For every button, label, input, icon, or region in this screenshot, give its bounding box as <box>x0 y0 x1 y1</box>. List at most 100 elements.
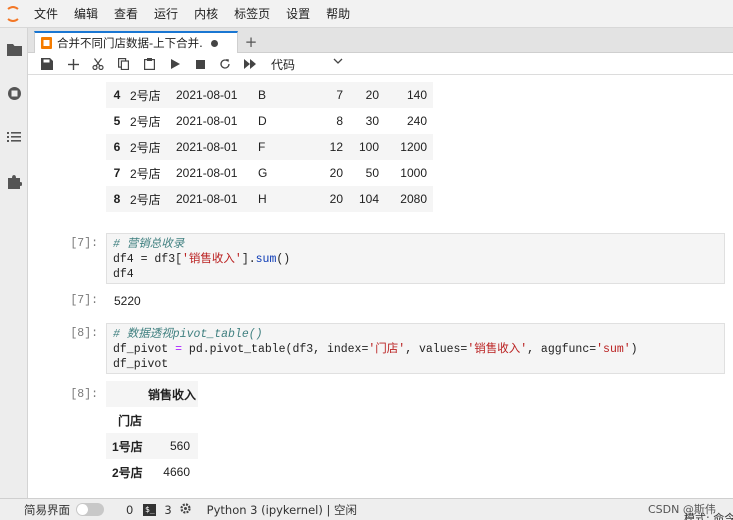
table-cell-date: 2021-08-01 <box>172 134 256 160</box>
folder-icon[interactable] <box>5 40 23 58</box>
table-row: 4 2号店 2021-08-01 B 7 20 140 <box>106 82 433 108</box>
code-string: '门店' <box>368 343 406 356</box>
cut-scissors-icon[interactable] <box>89 55 107 73</box>
status-bar: 简易界面 0 $_ 3 Python 3 (ipykernel) | 空闲 CS… <box>0 498 733 520</box>
unsaved-dot-icon[interactable] <box>211 39 218 47</box>
table-cell-price: 20 <box>301 186 345 212</box>
code-string: '销售收入' <box>182 253 242 266</box>
menu-view[interactable]: 查看 <box>106 0 146 28</box>
menu-settings[interactable]: 设置 <box>278 0 318 28</box>
new-tab-plus-icon[interactable]: + <box>242 33 260 51</box>
paste-icon[interactable] <box>140 55 158 73</box>
table-row: 6 2号店 2021-08-01 F 12 100 1200 <box>106 134 433 160</box>
menu-run[interactable]: 运行 <box>146 0 186 28</box>
simple-mode-toggle[interactable] <box>76 503 104 516</box>
table-cell-store: 2号店 <box>130 166 161 181</box>
table-row: 1号店 560 <box>106 433 198 459</box>
gear-icon[interactable] <box>180 502 191 517</box>
copy-icon[interactable] <box>114 55 132 73</box>
code-string: 'sum' <box>596 343 631 356</box>
pivot-row-value: 4660 <box>148 459 198 485</box>
table-cell-store: 2号店 <box>130 114 161 129</box>
code-text: df_pivot <box>113 358 169 371</box>
output-prompt: [7]: <box>70 294 98 307</box>
table-cell-date: 2021-08-01 <box>172 82 256 108</box>
code-text: , values= <box>405 343 468 356</box>
code-comment: # 数据透视pivot_table() <box>113 328 263 341</box>
table-cell-qty: 20 <box>345 82 381 108</box>
restart-run-all-icon[interactable] <box>241 55 259 73</box>
stop-square-icon[interactable] <box>191 55 209 73</box>
table-cell-revenue: 1000 <box>400 166 427 180</box>
mode-indicator[interactable]: 模式: 命令 <box>684 510 733 520</box>
output-value: 5220 <box>114 294 141 308</box>
cell-type-label: 代码 <box>271 57 296 72</box>
jupyter-logo-icon <box>0 0 26 28</box>
table-cell-index: 8 <box>106 186 128 212</box>
notebook-panel[interactable]: 4 2号店 2021-08-01 B 7 20 140 5 2号店 2021-08-01 D 8 30 2… <box>28 75 733 498</box>
chevron-down-icon <box>333 56 343 67</box>
cell-type-select[interactable]: 代码 <box>271 55 343 73</box>
code-string: '销售收入' <box>467 343 528 356</box>
table-cell-price: 12 <box>301 134 345 160</box>
table-row: 8 2号店 2021-08-01 H 20 104 2080 <box>106 186 433 212</box>
input-prompt: [8]: <box>70 327 98 340</box>
run-play-icon[interactable] <box>166 55 184 73</box>
table-of-contents-icon[interactable] <box>5 128 23 146</box>
table-cell-product: H <box>256 186 301 212</box>
output-prompt: [8]: <box>70 388 98 401</box>
table-cell-index: 7 <box>113 166 121 180</box>
menu-bar: 文件 编辑 查看 运行 内核 标签页 设置 帮助 <box>0 0 733 28</box>
table-cell-price: 8 <box>336 114 343 128</box>
table-cell-index: 6 <box>106 134 128 160</box>
table-cell-product: B <box>256 82 301 108</box>
code-text: , aggfunc= <box>527 343 597 356</box>
table-cell-store: 2号店 <box>128 186 172 212</box>
table-cell-revenue: 1200 <box>381 134 433 160</box>
table-cell-product: G <box>258 166 268 180</box>
menu-help[interactable]: 帮助 <box>318 0 358 28</box>
table-cell-price: 7 <box>301 82 345 108</box>
restart-kernel-icon[interactable] <box>216 55 234 73</box>
code-text: pd.pivot_table(df3, index= <box>182 343 369 356</box>
table-cell-date: 2021-08-01 <box>176 114 238 128</box>
menu-kernel[interactable]: 内核 <box>186 0 226 28</box>
kernel-count[interactable]: 3 <box>164 503 171 517</box>
table-cell-qty: 30 <box>365 114 379 128</box>
kernel-status[interactable]: Python 3 (ipykernel) | 空闲 <box>207 502 357 518</box>
code-text: ) <box>630 343 638 356</box>
table-cell-store: 2号店 <box>128 82 172 108</box>
code-text: () <box>276 253 291 266</box>
terminal-icon[interactable]: $_ <box>143 503 157 516</box>
table-cell-qty: 104 <box>345 186 381 212</box>
tab-notebook[interactable]: 合并不同门店数据-上下合并. <box>34 31 238 53</box>
table-cell-qty: 100 <box>345 134 381 160</box>
terminal-count[interactable]: 0 <box>126 503 133 517</box>
code-text: df4 <box>113 268 134 281</box>
pivot-row-value: 560 <box>148 433 198 459</box>
menu-tabs[interactable]: 标签页 <box>226 0 278 28</box>
menu-edit[interactable]: 编辑 <box>66 0 106 28</box>
table-cell-revenue: 240 <box>406 114 427 128</box>
table-row: 5 2号店 2021-08-01 D 8 30 240 <box>106 108 433 134</box>
table-cell-date: 2021-08-01 <box>176 166 238 180</box>
table-cell-product: D <box>258 114 267 128</box>
table-cell-date: 2021-08-01 <box>172 186 256 212</box>
menu-file[interactable]: 文件 <box>26 0 66 28</box>
notebook-icon <box>41 37 52 49</box>
extension-puzzle-icon[interactable] <box>5 172 23 190</box>
code-text: df_pivot <box>113 343 176 356</box>
code-cell-7[interactable]: # 营销总收录 df4 = df3['销售收入'].sum() df4 <box>106 233 725 284</box>
insert-cell-plus-icon[interactable] <box>64 55 82 73</box>
save-icon[interactable] <box>38 55 56 73</box>
code-cell-8[interactable]: # 数据透视pivot_table() df_pivot = pd.pivot_… <box>106 323 725 374</box>
pivot-row-label: 2号店 <box>106 459 148 485</box>
left-sidebar <box>0 28 28 498</box>
running-kernels-icon[interactable] <box>5 84 23 102</box>
code-comment: # 营销总收录 <box>113 238 185 251</box>
table-cell-qty: 50 <box>365 166 379 180</box>
pivot-column-header: 销售收入 <box>148 381 198 407</box>
table-row: 7 2号店 2021-08-01 G 20 50 1000 <box>106 160 433 186</box>
table-cell-store: 2号店 <box>128 134 172 160</box>
code-operator: = <box>175 343 183 356</box>
